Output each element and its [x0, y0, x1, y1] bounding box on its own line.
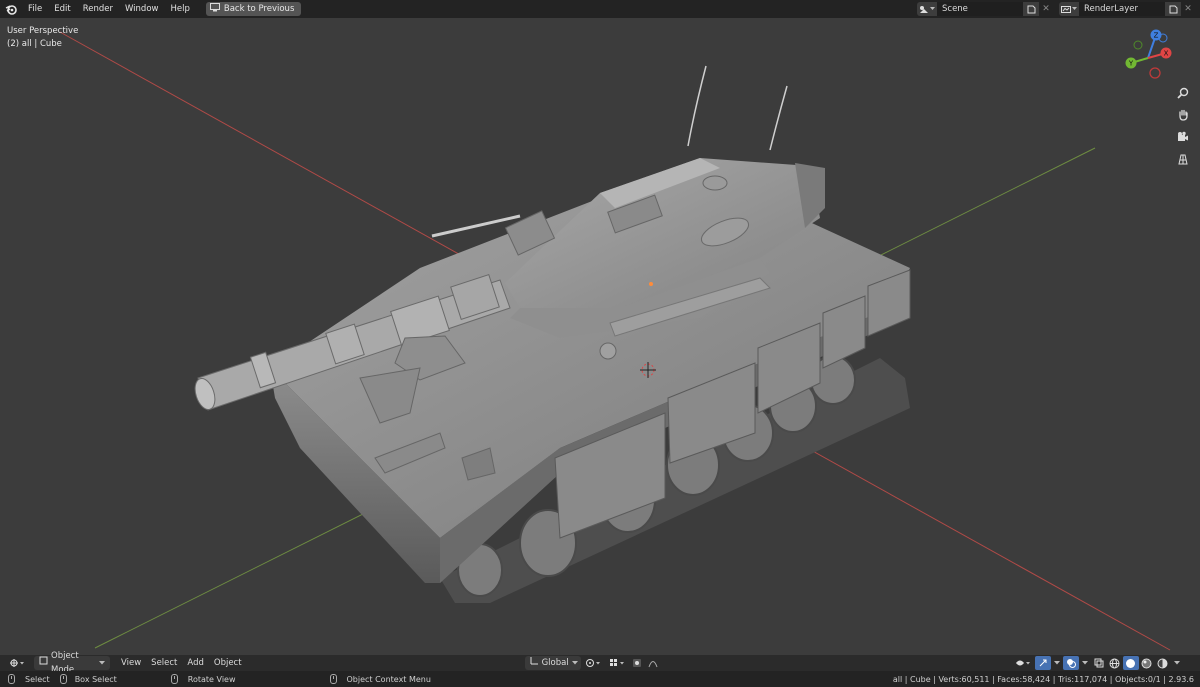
overlays-dropdown-icon[interactable]	[1079, 656, 1091, 670]
orientation-icon	[530, 656, 539, 670]
chevron-down-icon	[571, 656, 578, 670]
object-mode-icon	[39, 656, 48, 670]
menu-help[interactable]: Help	[164, 0, 195, 18]
render-layer-name-field[interactable]: RenderLayer	[1079, 2, 1165, 16]
status-box-select-label: Box Select	[74, 674, 117, 684]
new-scene-icon[interactable]	[1023, 2, 1039, 16]
menu-window[interactable]: Window	[119, 0, 165, 18]
overlays-toggle-icon[interactable]	[1062, 656, 1079, 670]
editor-type-icon[interactable]	[6, 656, 28, 670]
remove-render-layer-icon[interactable]: ✕	[1181, 2, 1195, 16]
header-menu-view[interactable]: View	[116, 656, 146, 670]
header-menu-object[interactable]: Object	[209, 656, 247, 670]
mouse-middle-icon	[170, 674, 178, 684]
render-layer-selector[interactable]: RenderLayer ✕	[1059, 2, 1195, 16]
header-menu-select[interactable]: Select	[146, 656, 182, 670]
object-origin	[649, 282, 653, 286]
mouse-drag-icon	[59, 674, 67, 684]
material-preview-icon[interactable]	[1139, 656, 1155, 670]
viewport-header: Object Mode View Select Add Object Globa…	[0, 651, 1200, 675]
falloff-icon[interactable]	[645, 656, 661, 670]
menu-edit[interactable]: Edit	[48, 0, 76, 18]
machine-gun	[431, 214, 521, 238]
gizmos-dropdown-icon[interactable]	[1051, 656, 1063, 670]
wireframe-shading-icon[interactable]	[1107, 656, 1123, 670]
xray-toggle-icon[interactable]	[1091, 656, 1107, 670]
pan-hand-icon[interactable]	[1174, 106, 1192, 124]
navigation-gizmo[interactable]: Z Y X	[1118, 28, 1178, 88]
top-bar: File Edit Render Window Help Back to Pre…	[0, 0, 1200, 18]
orientation-label: Global	[541, 658, 569, 668]
status-context-menu-label: Object Context Menu	[346, 674, 431, 684]
transform-orientation-dropdown[interactable]: Global	[524, 656, 581, 670]
blender-logo-icon[interactable]	[0, 0, 22, 18]
menu-file[interactable]: File	[22, 0, 48, 18]
visibility-icon[interactable]	[1011, 656, 1035, 670]
orthographic-grid-icon[interactable]	[1174, 150, 1192, 168]
scene-selector[interactable]: Scene ✕	[917, 2, 1053, 16]
viewport-scene	[59, 31, 1171, 651]
remove-scene-icon[interactable]: ✕	[1039, 2, 1053, 16]
solid-shading-icon[interactable]	[1122, 656, 1139, 670]
scene-icon[interactable]	[917, 2, 937, 16]
view-name-label: User Perspective	[7, 26, 79, 36]
gizmos-toggle-icon[interactable]	[1034, 656, 1051, 670]
status-context-menu: Object Context Menu	[329, 671, 431, 687]
antenna-right	[769, 85, 788, 151]
pivot-point-icon[interactable]	[581, 656, 605, 670]
proportional-editing-icon[interactable]	[629, 656, 645, 670]
gizmo-z-label: Z	[1154, 32, 1159, 40]
shading-dropdown-icon[interactable]	[1171, 656, 1183, 670]
object-mode-dropdown[interactable]: Object Mode	[34, 651, 110, 675]
menu-render[interactable]: Render	[77, 0, 119, 18]
snap-icon[interactable]	[605, 656, 629, 670]
status-rotate-view: Rotate View	[170, 671, 236, 687]
object-info-label: (2) all | Cube	[7, 39, 62, 49]
scene-statistics: all | Cube | Verts:60,511 | Faces:58,424…	[892, 674, 1194, 684]
back-to-previous-button[interactable]: Back to Previous	[205, 2, 302, 16]
gizmo-y-label: Y	[1128, 60, 1134, 68]
status-box-select: Box Select	[59, 671, 117, 687]
back-to-previous-label: Back to Previous	[223, 4, 295, 14]
status-bar: Select Box Select Rotate View Object Con…	[0, 671, 1200, 687]
new-render-layer-icon[interactable]	[1165, 2, 1181, 16]
mouse-right-icon	[329, 674, 337, 684]
zoom-icon[interactable]	[1174, 84, 1192, 102]
status-select: Select	[8, 671, 50, 687]
camera-view-icon[interactable]	[1174, 128, 1192, 146]
antenna-left	[687, 65, 707, 147]
gizmo-x-label: X	[1164, 50, 1169, 58]
status-rotate-view-label: Rotate View	[187, 674, 236, 684]
scene-name-field[interactable]: Scene	[937, 2, 1023, 16]
rendered-shading-icon[interactable]	[1155, 656, 1171, 670]
header-menu-add[interactable]: Add	[182, 656, 208, 670]
mouse-left-icon	[8, 674, 15, 684]
render-layer-icon[interactable]	[1059, 2, 1079, 16]
status-select-label: Select	[25, 674, 50, 684]
monitor-icon	[209, 3, 220, 15]
3d-viewport[interactable]: User Perspective (2) all | Cube Z Y X	[0, 18, 1200, 655]
chevron-down-icon	[99, 656, 105, 670]
